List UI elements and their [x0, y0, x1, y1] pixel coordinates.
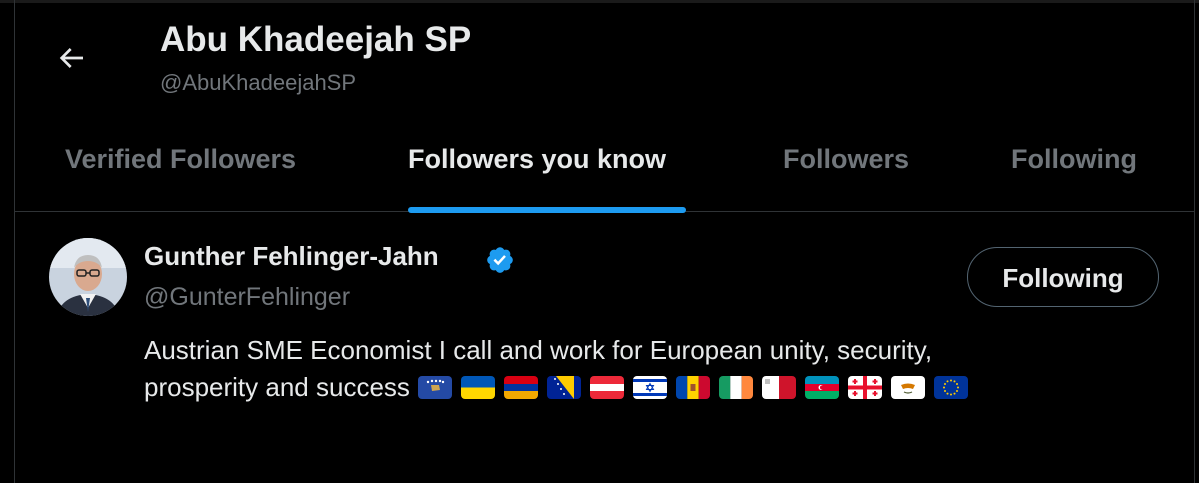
georgia-flag-icon	[847, 375, 882, 399]
austria-flag-icon	[589, 375, 624, 399]
ukraine-flag-icon	[460, 375, 495, 399]
bio-line: prosperity and success	[144, 372, 410, 402]
user-handle: @GunterFehlinger	[144, 283, 351, 311]
profile-handle: @AbuKhadeejahSP	[160, 70, 357, 95]
avatar[interactable]	[49, 238, 127, 316]
followers-tabs: Verified Followers Followers you know Fo…	[15, 130, 1194, 213]
tab-label: Verified Followers	[65, 144, 297, 174]
armenia-flag-icon	[503, 375, 538, 399]
cyprus-flag-icon	[890, 375, 925, 399]
bosnia-flag-icon	[546, 375, 581, 399]
bio-line: Austrian SME Economist I call and work f…	[144, 335, 933, 365]
bio-line-with-flags: prosperity and success	[144, 369, 1144, 406]
tab-followers[interactable]: Followers	[783, 130, 923, 212]
moldova-flag-icon	[675, 375, 710, 399]
user-bio: Austrian SME Economist I call and work f…	[144, 332, 1144, 406]
user-cell[interactable]: Gunther Fehlinger-Jahn @GunterFehlinger …	[15, 212, 1194, 483]
profile-column: Abu Khadeejah SP @AbuKhadeejahSP Verifie…	[14, 0, 1195, 483]
israel-flag-icon	[632, 375, 667, 399]
eu-flag-icon	[933, 375, 968, 399]
following-button[interactable]: Following	[967, 247, 1159, 307]
tab-label: Followers	[783, 144, 910, 174]
user-name[interactable]: Gunther Fehlinger-Jahn	[144, 241, 439, 272]
tab-verified-followers[interactable]: Verified Followers	[65, 130, 315, 212]
back-arrow-icon[interactable]	[55, 42, 87, 74]
profile-name: Abu Khadeejah SP	[160, 20, 472, 59]
profile-header: Abu Khadeejah SP @AbuKhadeejahSP	[15, 0, 1194, 130]
kosovo-flag-icon	[417, 375, 452, 399]
malta-flag-icon	[761, 375, 796, 399]
tab-label: Followers you know	[408, 144, 667, 174]
azerbaijan-flag-icon	[804, 375, 839, 399]
verified-badge-icon	[487, 247, 513, 273]
tab-following[interactable]: Following	[1011, 130, 1151, 212]
tab-followers-you-know[interactable]: Followers you know	[408, 130, 688, 213]
flag-emoji-list	[417, 375, 968, 399]
tab-label: Following	[1011, 144, 1137, 174]
ireland-flag-icon	[718, 375, 753, 399]
